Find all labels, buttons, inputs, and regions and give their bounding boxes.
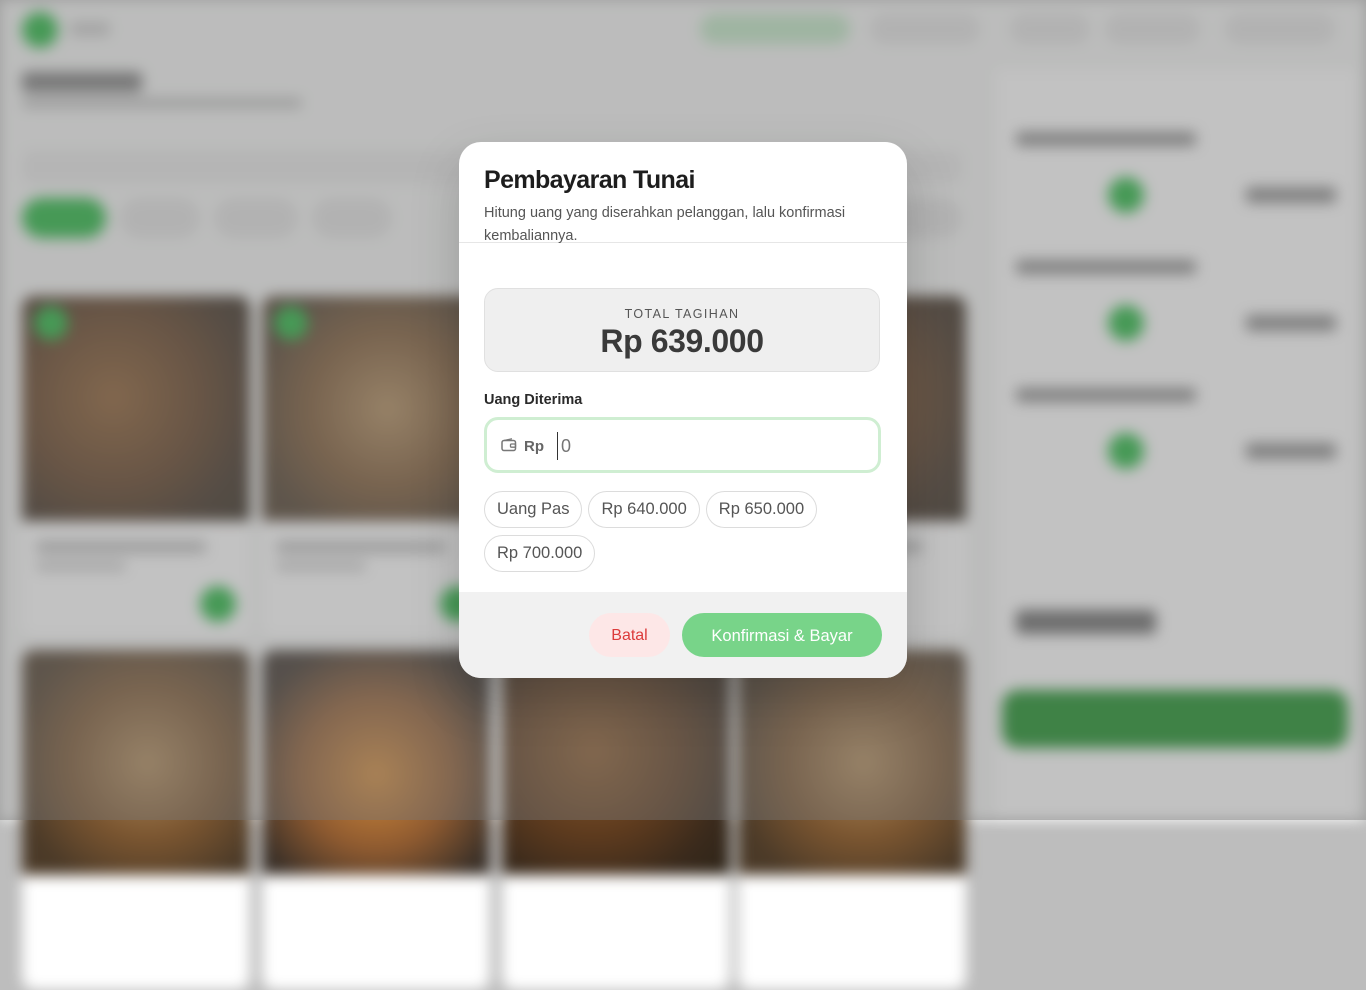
quick-amount-list: Uang Pas Rp 640.000 Rp 650.000 Rp 700.000 <box>484 491 884 579</box>
quick-amount-button[interactable]: Rp 640.000 <box>588 491 700 528</box>
cancel-button[interactable]: Batal <box>589 613 670 657</box>
quick-amount-button[interactable]: Rp 650.000 <box>705 491 818 528</box>
dialog-footer: Batal Konfirmasi & Bayar <box>459 592 907 678</box>
total-bill-label: TOTAL TAGIHAN <box>624 307 740 321</box>
cash-payment-dialog: Pembayaran Tunai Hitung uang yang disera… <box>459 142 907 678</box>
dialog-description: Hitung uang yang diserahkan pelanggan, l… <box>484 205 846 244</box>
quick-amount-button[interactable]: Rp 700.000 <box>484 535 596 572</box>
total-bill-amount: Rp 639.000 <box>600 323 764 359</box>
dialog-title: Pembayaran Tunai <box>484 166 695 194</box>
total-bill-box: TOTAL TAGIHAN Rp 639.000 <box>484 288 880 372</box>
quick-amount-exact-button[interactable]: Uang Pas <box>484 491 583 528</box>
wallet-icon <box>501 438 517 452</box>
dialog-header: Pembayaran Tunai Hitung uang yang disera… <box>459 142 907 244</box>
confirm-pay-button[interactable]: Konfirmasi & Bayar <box>682 613 882 657</box>
received-amount-field[interactable]: Rp <box>484 417 881 473</box>
received-amount-input[interactable] <box>557 432 863 460</box>
currency-prefix: Rp <box>524 438 544 455</box>
received-amount-label: Uang Diterima <box>484 392 583 408</box>
